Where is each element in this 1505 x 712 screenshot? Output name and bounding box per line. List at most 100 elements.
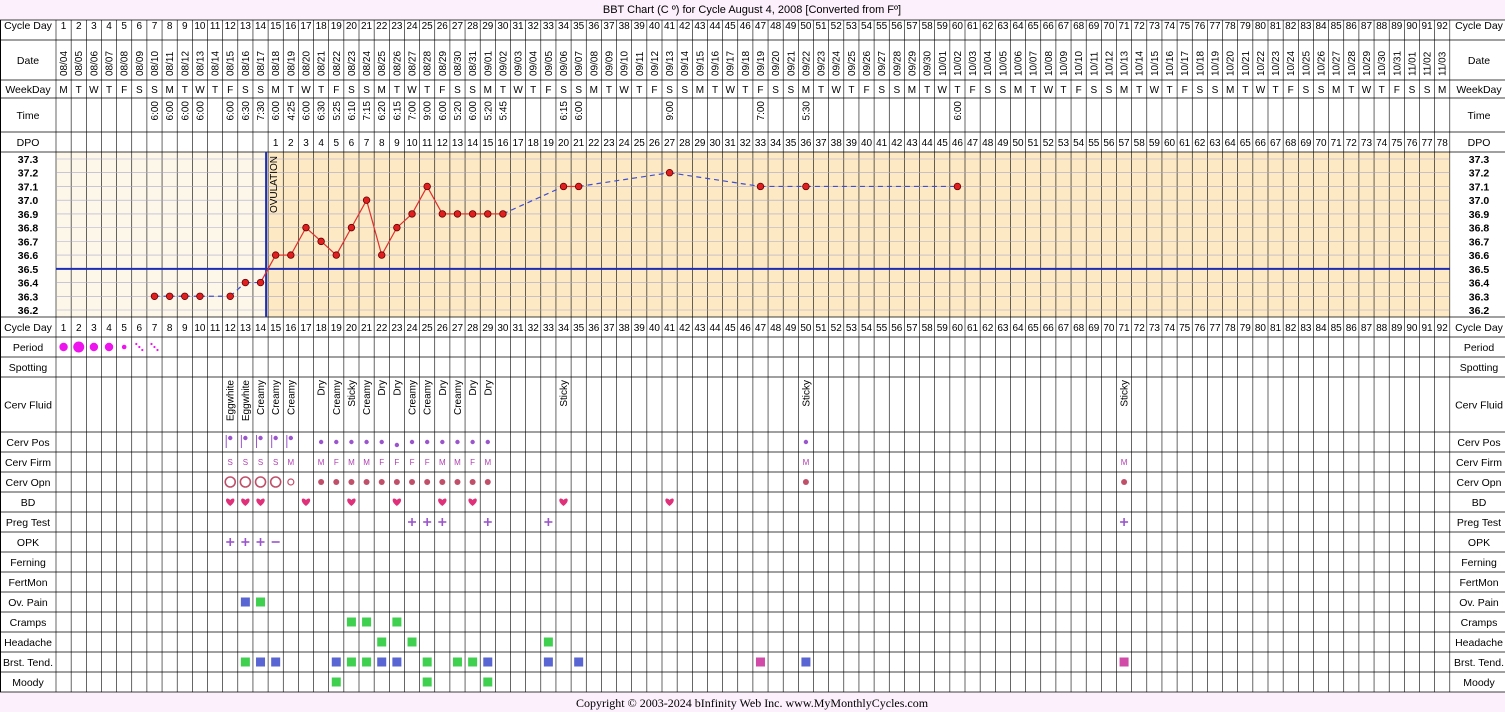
cerv-pos-dot bbox=[334, 439, 339, 445]
weekday-label: S bbox=[1303, 85, 1310, 96]
weekday-label: W bbox=[89, 85, 99, 96]
cerv-firm-letter: M bbox=[1121, 458, 1128, 467]
time-label: 6:30 bbox=[317, 101, 328, 121]
row-label-left: Ferning bbox=[10, 557, 46, 569]
cycle-day-number: 7 bbox=[152, 21, 158, 32]
weekday-label: M bbox=[378, 85, 386, 96]
weekday-label: T bbox=[1166, 85, 1172, 96]
cerv-fluid-label: Dry bbox=[468, 380, 479, 396]
cycle-day-number: 32 bbox=[528, 21, 540, 32]
cycle-day-number: 52 bbox=[831, 21, 843, 32]
row-label-right: Cerv Opn bbox=[1457, 477, 1502, 489]
temp-point bbox=[408, 210, 416, 218]
cycle-day-number: 75 bbox=[1179, 21, 1191, 32]
cerv-fluid-label: Dry bbox=[317, 380, 328, 396]
date-label: 09/09 bbox=[604, 51, 615, 76]
cycle-day-number: 3 bbox=[91, 323, 97, 334]
cycle-day-number: 42 bbox=[679, 21, 691, 32]
cycle-day-number: 30 bbox=[497, 21, 509, 32]
dpo-number: 59 bbox=[1149, 138, 1161, 149]
cycle-day-number: 82 bbox=[1285, 21, 1297, 32]
temp-point bbox=[453, 210, 462, 218]
weekday-label: T bbox=[424, 85, 430, 96]
date-label: 10/29 bbox=[1362, 51, 1373, 76]
y-tick-label-left: 36.3 bbox=[18, 291, 39, 303]
dpo-number: 67 bbox=[1270, 138, 1282, 149]
cycle-day-number: 79 bbox=[1240, 323, 1252, 334]
cycle-day-number: 54 bbox=[861, 323, 873, 334]
weekday-label: S bbox=[1424, 85, 1431, 96]
weekday-label: T bbox=[1379, 85, 1385, 96]
date-label: 09/30 bbox=[923, 51, 934, 76]
cycle-day-number: 21 bbox=[361, 323, 373, 334]
cycle-day-number: 70 bbox=[1103, 21, 1115, 32]
cycle-day-number: 9 bbox=[182, 21, 188, 32]
dpo-number: 42 bbox=[891, 138, 903, 149]
row-label-left: Cycle Day bbox=[4, 322, 53, 334]
row-label-right: Cycle Day bbox=[1455, 20, 1504, 32]
dpo-number: 8 bbox=[379, 138, 385, 149]
cerv-firm-letter: M bbox=[803, 458, 810, 467]
row-label-right: Time bbox=[1468, 110, 1491, 122]
cycle-day-number: 67 bbox=[1058, 21, 1070, 32]
dpo-number: 24 bbox=[619, 138, 631, 149]
date-label: 08/04 bbox=[59, 51, 70, 76]
dpo-number: 50 bbox=[1012, 138, 1024, 149]
cycle-day-number: 69 bbox=[1088, 21, 1100, 32]
brst-tend-square bbox=[452, 657, 462, 667]
date-label: 09/26 bbox=[862, 51, 873, 76]
weekday-label: F bbox=[651, 85, 657, 96]
weekday-label: T bbox=[76, 85, 82, 96]
weekday-label: M bbox=[802, 85, 810, 96]
date-label: 09/21 bbox=[786, 51, 797, 76]
cycle-day-number: 92 bbox=[1437, 323, 1449, 334]
y-tick-label-left: 36.5 bbox=[18, 264, 39, 276]
date-label: 09/20 bbox=[771, 51, 782, 76]
weekday-label: W bbox=[938, 85, 948, 96]
dpo-number: 6 bbox=[349, 138, 355, 149]
cycle-day-number: 19 bbox=[331, 323, 343, 334]
cycle-day-number: 44 bbox=[709, 21, 721, 32]
cycle-day-number: 1 bbox=[61, 323, 67, 334]
row-label-left: Ov. Pain bbox=[8, 597, 48, 609]
cycle-day-number: 74 bbox=[1164, 21, 1176, 32]
temp-point bbox=[226, 292, 234, 300]
row-label-right: DPO bbox=[1468, 137, 1491, 149]
cycle-day-number: 32 bbox=[528, 323, 540, 334]
period-mark bbox=[59, 342, 68, 352]
date-label: 08/20 bbox=[301, 51, 312, 76]
dpo-number: 15 bbox=[482, 138, 494, 149]
weekday-label: T bbox=[212, 85, 218, 96]
dpo-number: 2 bbox=[288, 138, 294, 149]
dpo-number: 14 bbox=[467, 138, 479, 149]
cerv-firm-letter: F bbox=[379, 458, 384, 467]
date-label: 09/24 bbox=[832, 51, 843, 76]
date-label: 09/08 bbox=[589, 51, 600, 76]
cerv-opn-closed bbox=[348, 479, 355, 485]
y-tick-label-right: 36.6 bbox=[1469, 250, 1490, 262]
ov-pain-square bbox=[256, 597, 266, 607]
cycle-day-number: 84 bbox=[1315, 21, 1327, 32]
cycle-day-number: 89 bbox=[1391, 21, 1403, 32]
temp-point bbox=[181, 292, 189, 300]
date-label: 09/05 bbox=[544, 51, 555, 76]
y-tick-label-left: 36.7 bbox=[18, 236, 39, 248]
row-label-left: Moody bbox=[12, 677, 44, 689]
weekday-label: T bbox=[818, 85, 824, 96]
date-label: 08/16 bbox=[241, 51, 252, 76]
cycle-day-number: 50 bbox=[800, 323, 812, 334]
cycle-day-number: 9 bbox=[182, 323, 188, 334]
cycle-day-number: 87 bbox=[1361, 21, 1373, 32]
temp-point bbox=[362, 196, 371, 204]
dpo-number: 39 bbox=[846, 138, 858, 149]
date-label: 08/24 bbox=[362, 51, 373, 76]
dpo-number: 9 bbox=[394, 138, 400, 149]
cycle-day-number: 83 bbox=[1300, 21, 1312, 32]
date-label: 10/04 bbox=[983, 51, 994, 76]
row-label-left: Period bbox=[13, 342, 44, 354]
cycle-day-number: 22 bbox=[376, 21, 388, 32]
temp-point bbox=[271, 251, 280, 259]
cycle-day-number: 81 bbox=[1270, 323, 1282, 334]
cerv-fluid-label: Creamy bbox=[271, 380, 282, 415]
brst-tend-square bbox=[755, 657, 765, 667]
